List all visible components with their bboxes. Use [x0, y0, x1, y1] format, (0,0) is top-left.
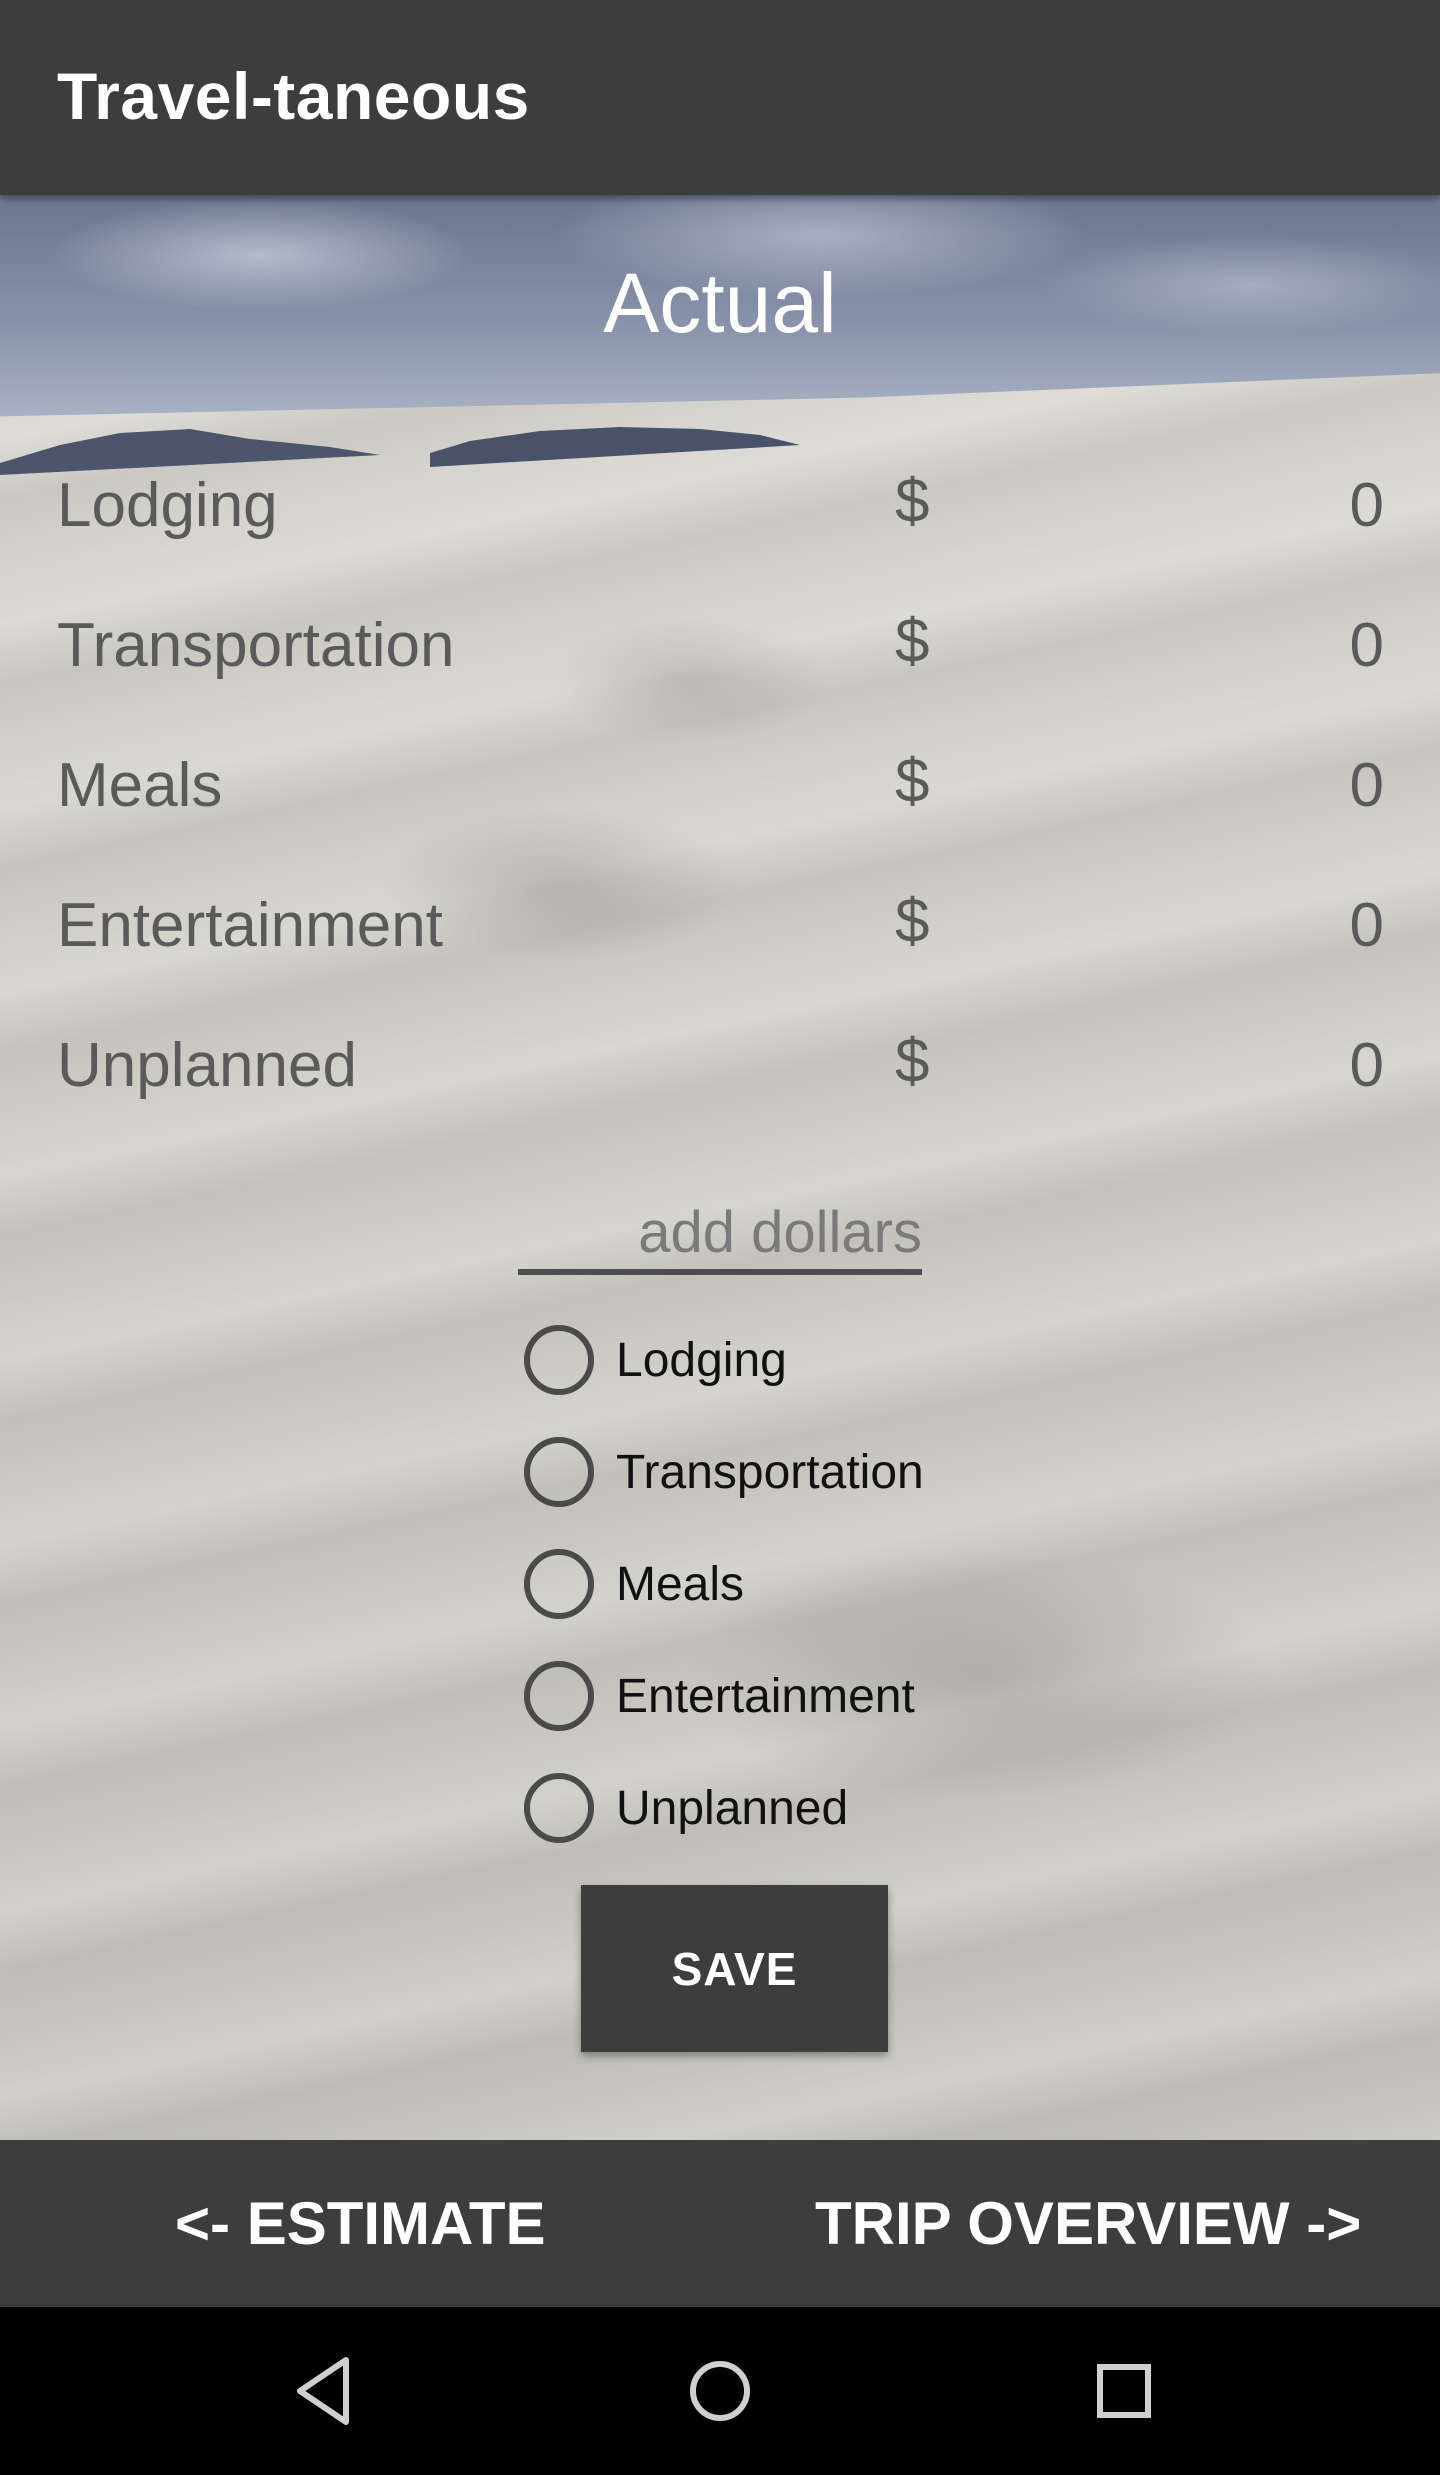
category-value: 0: [1349, 611, 1384, 680]
save-button[interactable]: SAVE: [581, 1885, 888, 2052]
app-title: Travel-taneous: [57, 59, 530, 133]
category-row-entertainment: Entertainment $ 0: [57, 887, 1384, 970]
trip-overview-nav-button[interactable]: TRIP OVERVIEW ->: [815, 2140, 1361, 2307]
category-value: 0: [1349, 891, 1384, 960]
system-nav-bar: [0, 2307, 1440, 2475]
category-value: 0: [1349, 471, 1384, 540]
category-label: Entertainment: [57, 891, 443, 960]
category-row-meals: Meals $ 0: [57, 747, 1384, 830]
radio-button[interactable]: [524, 1437, 594, 1507]
amount-field[interactable]: [518, 1195, 922, 1275]
radio-button[interactable]: [524, 1549, 594, 1619]
category-label: Meals: [57, 751, 223, 820]
radio-option-entertainment[interactable]: Entertainment: [524, 1661, 1024, 1735]
category-row-unplanned: Unplanned $ 0: [57, 1027, 1384, 1110]
home-icon[interactable]: [686, 2354, 754, 2428]
category-value: 0: [1349, 751, 1384, 820]
currency-symbol: $: [895, 467, 930, 536]
radio-option-transportation[interactable]: Transportation: [524, 1437, 1024, 1511]
recents-icon[interactable]: [1090, 2354, 1158, 2428]
estimate-nav-button[interactable]: <- ESTIMATE: [175, 2140, 546, 2307]
bottom-nav-bar: <- ESTIMATE TRIP OVERVIEW ->: [0, 2140, 1440, 2307]
category-label: Unplanned: [57, 1031, 357, 1100]
radio-option-unplanned[interactable]: Unplanned: [524, 1773, 1024, 1847]
currency-symbol: $: [895, 1027, 930, 1096]
radio-label[interactable]: Meals: [616, 1557, 744, 1612]
radio-label[interactable]: Entertainment: [616, 1669, 915, 1724]
currency-symbol: $: [895, 887, 930, 956]
currency-symbol: $: [895, 747, 930, 816]
radio-option-lodging[interactable]: Lodging: [524, 1325, 1024, 1399]
category-row-transportation: Transportation $ 0: [57, 607, 1384, 690]
page-heading: Actual: [603, 256, 837, 350]
radio-option-meals[interactable]: Meals: [524, 1549, 1024, 1623]
app-bar: Travel-taneous: [0, 0, 1440, 195]
main-content: Actual Lodging $ 0 Transportation $ 0 Me…: [0, 195, 1440, 2140]
radio-label[interactable]: Lodging: [616, 1333, 787, 1388]
currency-symbol: $: [895, 607, 930, 676]
back-icon[interactable]: [290, 2354, 356, 2428]
radio-button[interactable]: [524, 1773, 594, 1843]
radio-button[interactable]: [524, 1325, 594, 1395]
mountains-background: [0, 427, 800, 475]
category-row-lodging: Lodging $ 0: [57, 467, 1384, 550]
radio-button[interactable]: [524, 1661, 594, 1731]
category-label: Lodging: [57, 471, 278, 540]
amount-input[interactable]: [518, 1195, 922, 1269]
radio-label[interactable]: Unplanned: [616, 1781, 848, 1836]
category-value: 0: [1349, 1031, 1384, 1100]
radio-label[interactable]: Transportation: [616, 1445, 924, 1500]
category-label: Transportation: [57, 611, 455, 680]
